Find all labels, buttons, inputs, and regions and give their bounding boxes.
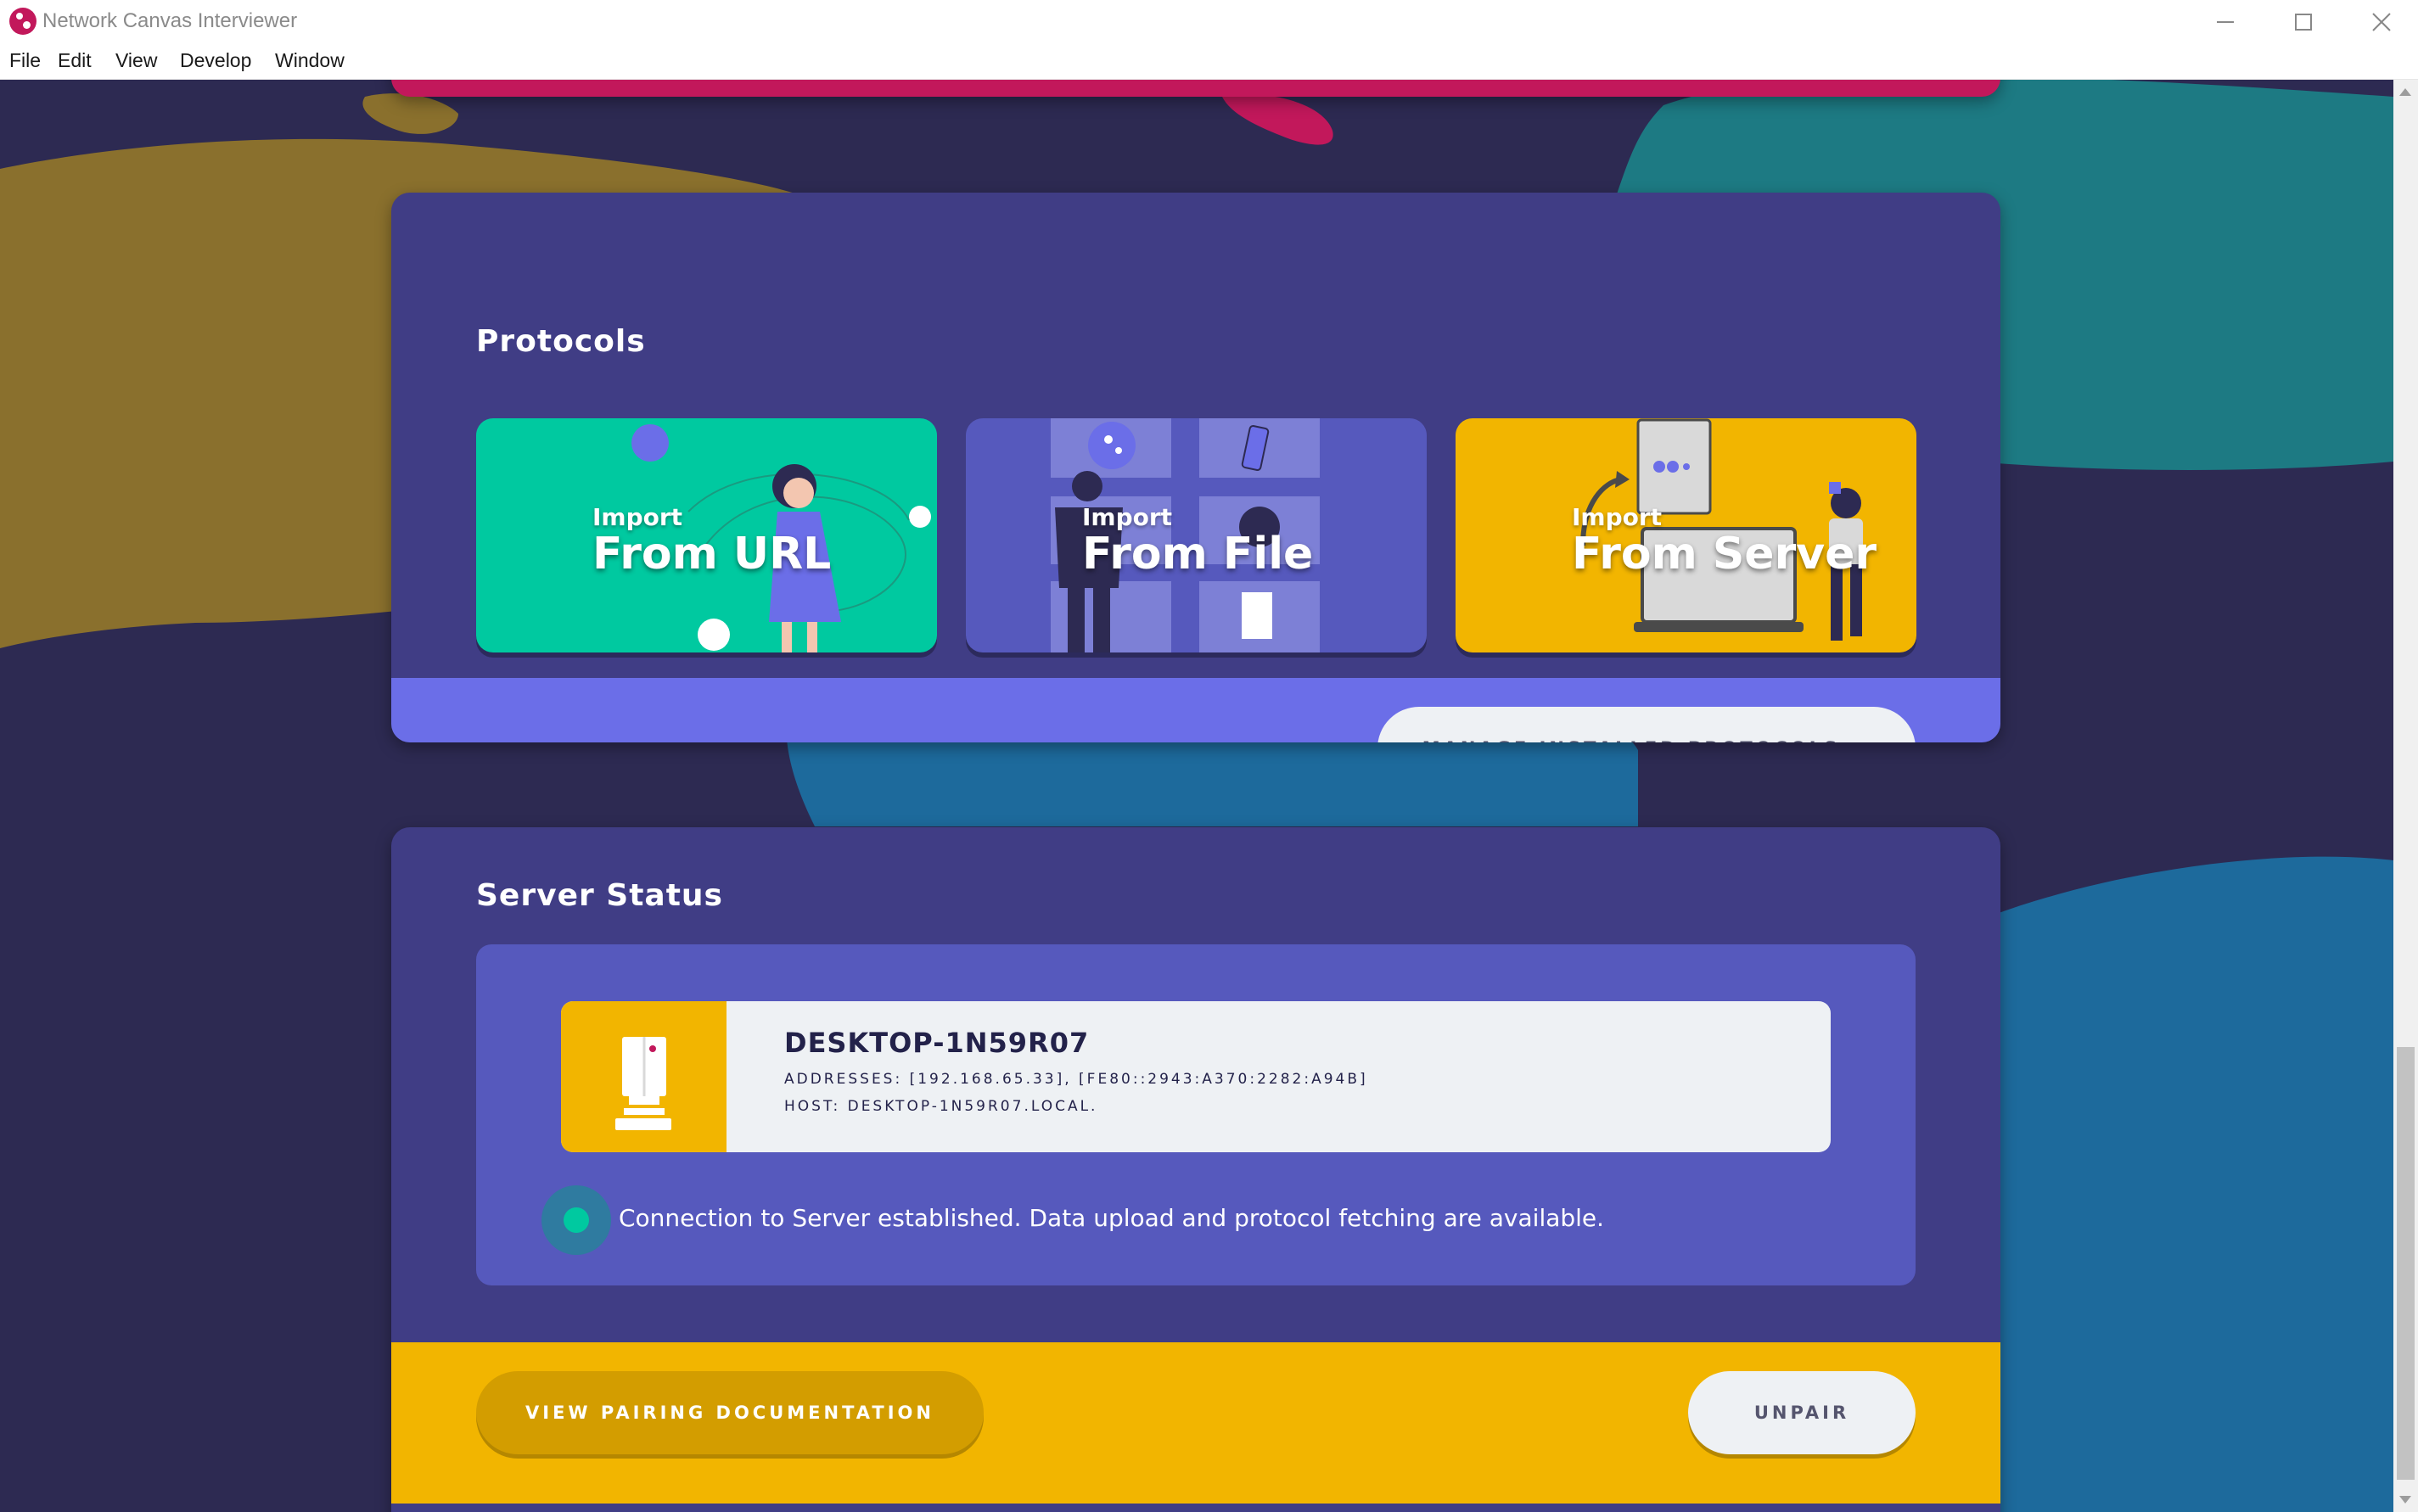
minimize-icon [2217, 21, 2234, 23]
menu-develop[interactable]: Develop [180, 49, 251, 72]
main-content: Protocols Import From URL Import From Fi… [0, 80, 2393, 1512]
server-tower-icon [615, 1037, 671, 1130]
connection-status-message: Connection to Server established. Data u… [619, 1204, 1605, 1232]
server-name: DESKTOP-1N59R07 [784, 1027, 1090, 1059]
server-icon-box [561, 1001, 727, 1152]
server-status-footer: VIEW PAIRING DOCUMENTATION UNPAIR [391, 1342, 2000, 1504]
close-icon [2372, 13, 2391, 31]
window-title: Network Canvas Interviewer [42, 9, 298, 32]
menu-file[interactable]: File [9, 49, 41, 72]
server-status-box: DESKTOP-1N59R07 ADDRESSES: [192.168.65.3… [476, 944, 1916, 1285]
connection-status-indicator [541, 1185, 611, 1255]
minimize-button[interactable] [2186, 0, 2264, 44]
protocols-heading: Protocols [476, 324, 646, 359]
import-from-url-card[interactable]: Import From URL [476, 418, 937, 652]
scroll-up-arrow-icon[interactable] [2399, 88, 2411, 96]
vertical-scrollbar[interactable] [2393, 80, 2418, 1512]
scroll-down-arrow-icon[interactable] [2399, 1496, 2411, 1504]
close-button[interactable] [2342, 0, 2418, 44]
title-bar: Network Canvas Interviewer [0, 0, 2418, 44]
server-card: DESKTOP-1N59R07 ADDRESSES: [192.168.65.3… [561, 1001, 1831, 1152]
server-host: HOST: DESKTOP-1N59R07.LOCAL. [784, 1098, 1098, 1115]
card-title: From URL [592, 529, 832, 580]
maximize-button[interactable] [2264, 0, 2342, 44]
card-prefix: Import [1572, 503, 1663, 531]
app-logo-icon [9, 8, 36, 35]
menu-bar: File Edit View Develop Window [0, 44, 2418, 80]
manage-installed-protocols-button[interactable]: MANAGE INSTALLED PROTOCOLS... [1377, 707, 1916, 742]
previous-panel [391, 80, 2000, 97]
menu-view[interactable]: View [115, 49, 157, 72]
server-status-heading: Server Status [476, 878, 723, 913]
card-prefix: Import [1082, 503, 1173, 531]
card-title: From Server [1572, 529, 1877, 580]
server-status-panel: Server Status DESKTOP-1N59R07 ADDRESSES:… [391, 827, 2000, 1512]
protocols-footer: MANAGE INSTALLED PROTOCOLS... [391, 678, 2000, 742]
maximize-icon [2295, 14, 2312, 31]
server-addresses: ADDRESSES: [192.168.65.33], [FE80::2943:… [784, 1071, 1368, 1088]
card-title: From File [1082, 529, 1314, 580]
scrollbar-thumb[interactable] [2397, 1047, 2415, 1480]
unpair-button[interactable]: UNPAIR [1688, 1371, 1916, 1454]
menu-window[interactable]: Window [275, 49, 345, 72]
menu-edit[interactable]: Edit [58, 49, 92, 72]
protocols-panel: Protocols Import From URL Import From Fi… [391, 193, 2000, 742]
import-from-server-card[interactable]: Import From Server [1456, 418, 1916, 652]
import-from-file-card[interactable]: Import From File [966, 418, 1427, 652]
card-prefix: Import [592, 503, 683, 531]
view-pairing-documentation-button[interactable]: VIEW PAIRING DOCUMENTATION [476, 1371, 984, 1454]
